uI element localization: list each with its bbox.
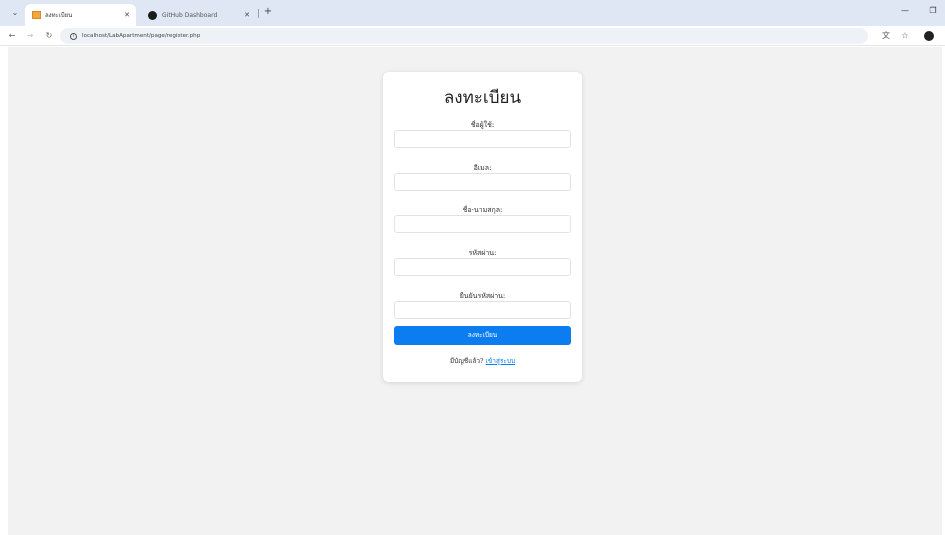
back-arrow-icon[interactable]: ← — [6, 30, 18, 42]
browser-toolbar: ← → ↻ i localhost/LabApartment/page/regi… — [0, 26, 945, 46]
register-card: ลงทะเบียน ชื่อผู้ใช้: อีเมล: ชื่อ-นามสกุ… — [383, 72, 582, 382]
login-link[interactable]: เข้าสู่ระบบ — [486, 357, 516, 365]
username-input[interactable] — [394, 130, 571, 148]
page-title: ลงทะเบียน — [443, 88, 522, 108]
email-input[interactable] — [394, 173, 571, 191]
tab-strip: ⌄ ลงทะเบียน ✕ GitHub Dashboard ✕ + — ❐ — [0, 0, 945, 26]
tab-separator — [258, 9, 259, 18]
new-tab-button[interactable]: + — [262, 5, 274, 19]
login-prompt-line: มีบัญชีแล้ว? เข้าสู่ระบบ — [383, 356, 582, 366]
tab-title: GitHub Dashboard — [162, 11, 218, 19]
forward-arrow-icon[interactable]: → — [24, 30, 36, 42]
github-icon — [148, 10, 157, 20]
apartment-favicon — [32, 11, 41, 19]
translate-icon[interactable]: 文 — [880, 30, 892, 42]
page-viewport: ลงทะเบียน ชื่อผู้ใช้: อีเมล: ชื่อ-นามสกุ… — [8, 47, 942, 535]
tab-github-dashboard[interactable]: GitHub Dashboard ✕ — [140, 4, 256, 26]
fullname-input[interactable] — [394, 215, 571, 233]
tab-title: ลงทะเบียน — [45, 12, 73, 19]
address-bar[interactable]: i localhost/LabApartment/page/register.p… — [60, 28, 868, 44]
url-text[interactable]: localhost/LabApartment/page/register.php — [82, 33, 200, 39]
star-icon[interactable]: ☆ — [899, 30, 911, 42]
maximize-icon[interactable]: ❐ — [927, 6, 939, 15]
password-input[interactable] — [394, 258, 571, 276]
register-button[interactable]: ลงทะเบียน — [394, 326, 571, 345]
minimize-icon[interactable]: — — [899, 6, 911, 15]
profile-icon[interactable] — [924, 31, 934, 41]
confirm-password-input[interactable] — [394, 301, 571, 319]
tab-register[interactable]: ลงทะเบียน ✕ — [25, 4, 136, 26]
reload-icon[interactable]: ↻ — [43, 30, 55, 42]
chevron-down-icon[interactable]: ⌄ — [9, 7, 21, 19]
login-prompt-text: มีบัญชีแล้ว? — [449, 357, 484, 365]
close-icon[interactable]: ✕ — [122, 11, 132, 19]
close-icon[interactable]: ✕ — [242, 11, 252, 19]
info-icon[interactable]: i — [70, 32, 77, 40]
